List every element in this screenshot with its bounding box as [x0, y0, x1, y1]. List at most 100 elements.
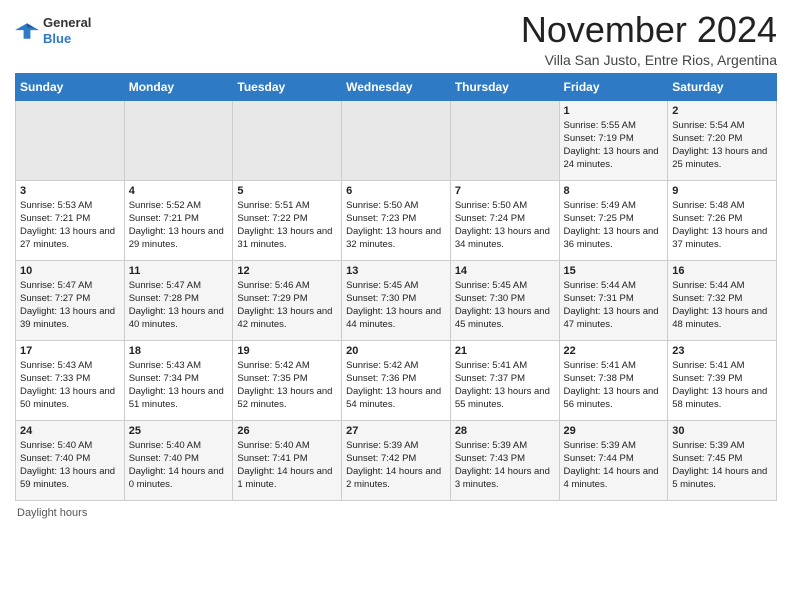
day-number: 9 — [672, 185, 772, 197]
day-info: Sunrise: 5:53 AM Sunset: 7:21 PM Dayligh… — [20, 199, 120, 252]
logo-icon — [15, 21, 39, 41]
day-info: Sunrise: 5:55 AM Sunset: 7:19 PM Dayligh… — [564, 119, 664, 172]
day-number: 20 — [346, 345, 446, 357]
day-info: Sunrise: 5:46 AM Sunset: 7:29 PM Dayligh… — [237, 279, 337, 332]
calendar-cell: 19Sunrise: 5:42 AM Sunset: 7:35 PM Dayli… — [233, 340, 342, 420]
calendar-cell: 20 Sunrise: 5:42 AM Sunset: 7:36 PM Dayli… — [342, 340, 451, 420]
day-number: 30 — [672, 425, 772, 437]
day-number: 4 — [129, 185, 229, 197]
calendar-cell — [342, 100, 451, 180]
day-info: Sunrise: 5:44 AM Sunset: 7:32 PM Dayligh… — [672, 279, 772, 332]
day-number: 18 — [129, 345, 229, 357]
logo-blue: Blue — [43, 31, 91, 47]
day-info: Sunrise: 5:45 AM Sunset: 7:30 PM Dayligh… — [455, 279, 555, 332]
calendar-cell: 17Sunrise: 5:43 AM Sunset: 7:33 PM Dayli… — [16, 340, 125, 420]
calendar-week-4: 17Sunrise: 5:43 AM Sunset: 7:33 PM Dayli… — [16, 340, 777, 420]
day-info: Sunrise: 5:40 AM Sunset: 7:41 PM Dayligh… — [237, 439, 337, 492]
day-info: Sunrise: 5:50 AM Sunset: 7:23 PM Dayligh… — [346, 199, 446, 252]
calendar-cell: 18 Sunrise: 5:43 AM Sunset: 7:34 PM Dayli… — [124, 340, 233, 420]
logo-general: General — [43, 15, 91, 31]
calendar-cell: 5 Sunrise: 5:51 AM Sunset: 7:22 PM Daylig… — [233, 180, 342, 260]
day-info: Sunrise: 5:49 AM Sunset: 7:25 PM Dayligh… — [564, 199, 664, 252]
day-number: 7 — [455, 185, 555, 197]
day-info: Sunrise: 5:40 AM Sunset: 7:40 PM Dayligh… — [129, 439, 229, 492]
calendar-cell: 8 Sunrise: 5:49 AM Sunset: 7:25 PM Daylig… — [559, 180, 668, 260]
daylight-label: Daylight hours — [17, 507, 87, 519]
calendar-cell — [16, 100, 125, 180]
day-number: 21 — [455, 345, 555, 357]
calendar-cell: 12 Sunrise: 5:46 AM Sunset: 7:29 PM Dayli… — [233, 260, 342, 340]
day-number: 12 — [237, 265, 337, 277]
calendar-cell: 27Sunrise: 5:39 AM Sunset: 7:42 PM Dayli… — [342, 420, 451, 500]
calendar-cell: 24Sunrise: 5:40 AM Sunset: 7:40 PM Dayli… — [16, 420, 125, 500]
day-info: Sunrise: 5:41 AM Sunset: 7:38 PM Dayligh… — [564, 359, 664, 412]
col-saturday: Saturday — [668, 73, 777, 100]
calendar-table: Sunday Monday Tuesday Wednesday Thursday… — [15, 73, 777, 501]
calendar-cell: 6 Sunrise: 5:50 AM Sunset: 7:23 PM Daylig… — [342, 180, 451, 260]
calendar-cell: 3 Sunrise: 5:53 AM Sunset: 7:21 PM Daylig… — [16, 180, 125, 260]
day-number: 28 — [455, 425, 555, 437]
calendar-cell: 30 Sunrise: 5:39 AM Sunset: 7:45 PM Dayli… — [668, 420, 777, 500]
day-info: Sunrise: 5:44 AM Sunset: 7:31 PM Dayligh… — [564, 279, 664, 332]
calendar-cell: 10 Sunrise: 5:47 AM Sunset: 7:27 PM Dayli… — [16, 260, 125, 340]
col-monday: Monday — [124, 73, 233, 100]
day-number: 15 — [564, 265, 664, 277]
calendar-header: Sunday Monday Tuesday Wednesday Thursday… — [16, 73, 777, 100]
calendar-cell: 22 Sunrise: 5:41 AM Sunset: 7:38 PM Dayli… — [559, 340, 668, 420]
calendar-cell: 26 Sunrise: 5:40 AM Sunset: 7:41 PM Dayli… — [233, 420, 342, 500]
day-number: 22 — [564, 345, 664, 357]
col-tuesday: Tuesday — [233, 73, 342, 100]
location: Villa San Justo, Entre Rios, Argentina — [521, 52, 777, 68]
calendar-cell: 23Sunrise: 5:41 AM Sunset: 7:39 PM Dayli… — [668, 340, 777, 420]
day-info: Sunrise: 5:47 AM Sunset: 7:27 PM Dayligh… — [20, 279, 120, 332]
header-row: Sunday Monday Tuesday Wednesday Thursday… — [16, 73, 777, 100]
calendar-cell: 14 Sunrise: 5:45 AM Sunset: 7:30 PM Dayli… — [450, 260, 559, 340]
day-info: Sunrise: 5:42 AM Sunset: 7:36 PM Dayligh… — [346, 359, 446, 412]
day-number: 6 — [346, 185, 446, 197]
logo: General Blue — [15, 15, 91, 46]
col-wednesday: Wednesday — [342, 73, 451, 100]
col-sunday: Sunday — [16, 73, 125, 100]
day-number: 2 — [672, 105, 772, 117]
day-info: Sunrise: 5:54 AM Sunset: 7:20 PM Dayligh… — [672, 119, 772, 172]
day-info: Sunrise: 5:43 AM Sunset: 7:33 PM Dayligh… — [20, 359, 120, 412]
title-block: November 2024 Villa San Justo, Entre Rio… — [521, 10, 777, 68]
day-info: Sunrise: 5:39 AM Sunset: 7:45 PM Dayligh… — [672, 439, 772, 492]
day-info: Sunrise: 5:42 AM Sunset: 7:35 PM Dayligh… — [237, 359, 337, 412]
day-info: Sunrise: 5:51 AM Sunset: 7:22 PM Dayligh… — [237, 199, 337, 252]
calendar-cell: 2 Sunrise: 5:54 AM Sunset: 7:20 PM Daylig… — [668, 100, 777, 180]
day-info: Sunrise: 5:41 AM Sunset: 7:39 PM Dayligh… — [672, 359, 772, 412]
day-number: 8 — [564, 185, 664, 197]
calendar-cell: 28Sunrise: 5:39 AM Sunset: 7:43 PM Dayli… — [450, 420, 559, 500]
day-info: Sunrise: 5:45 AM Sunset: 7:30 PM Dayligh… — [346, 279, 446, 332]
calendar-cell: 16Sunrise: 5:44 AM Sunset: 7:32 PM Dayli… — [668, 260, 777, 340]
day-number: 3 — [20, 185, 120, 197]
calendar-body: 1 Sunrise: 5:55 AM Sunset: 7:19 PM Daylig… — [16, 100, 777, 500]
day-info: Sunrise: 5:47 AM Sunset: 7:28 PM Dayligh… — [129, 279, 229, 332]
footer-note: Daylight hours — [15, 507, 777, 519]
day-number: 5 — [237, 185, 337, 197]
calendar-cell: 13Sunrise: 5:45 AM Sunset: 7:30 PM Dayli… — [342, 260, 451, 340]
day-number: 25 — [129, 425, 229, 437]
calendar-cell: 25 Sunrise: 5:40 AM Sunset: 7:40 PM Dayli… — [124, 420, 233, 500]
page-header: General Blue November 2024 Villa San Jus… — [15, 10, 777, 68]
day-info: Sunrise: 5:52 AM Sunset: 7:21 PM Dayligh… — [129, 199, 229, 252]
day-number: 27 — [346, 425, 446, 437]
day-number: 10 — [20, 265, 120, 277]
calendar-week-1: 1 Sunrise: 5:55 AM Sunset: 7:19 PM Daylig… — [16, 100, 777, 180]
month-title: November 2024 — [521, 10, 777, 50]
day-number: 26 — [237, 425, 337, 437]
calendar-cell: 9 Sunrise: 5:48 AM Sunset: 7:26 PM Daylig… — [668, 180, 777, 260]
day-info: Sunrise: 5:43 AM Sunset: 7:34 PM Dayligh… — [129, 359, 229, 412]
calendar-week-5: 24Sunrise: 5:40 AM Sunset: 7:40 PM Dayli… — [16, 420, 777, 500]
day-info: Sunrise: 5:39 AM Sunset: 7:44 PM Dayligh… — [564, 439, 664, 492]
calendar-cell — [450, 100, 559, 180]
day-info: Sunrise: 5:48 AM Sunset: 7:26 PM Dayligh… — [672, 199, 772, 252]
calendar-cell: 7Sunrise: 5:50 AM Sunset: 7:24 PM Daylig… — [450, 180, 559, 260]
col-friday: Friday — [559, 73, 668, 100]
calendar-cell — [124, 100, 233, 180]
day-number: 14 — [455, 265, 555, 277]
calendar-cell — [233, 100, 342, 180]
day-number: 1 — [564, 105, 664, 117]
day-info: Sunrise: 5:41 AM Sunset: 7:37 PM Dayligh… — [455, 359, 555, 412]
